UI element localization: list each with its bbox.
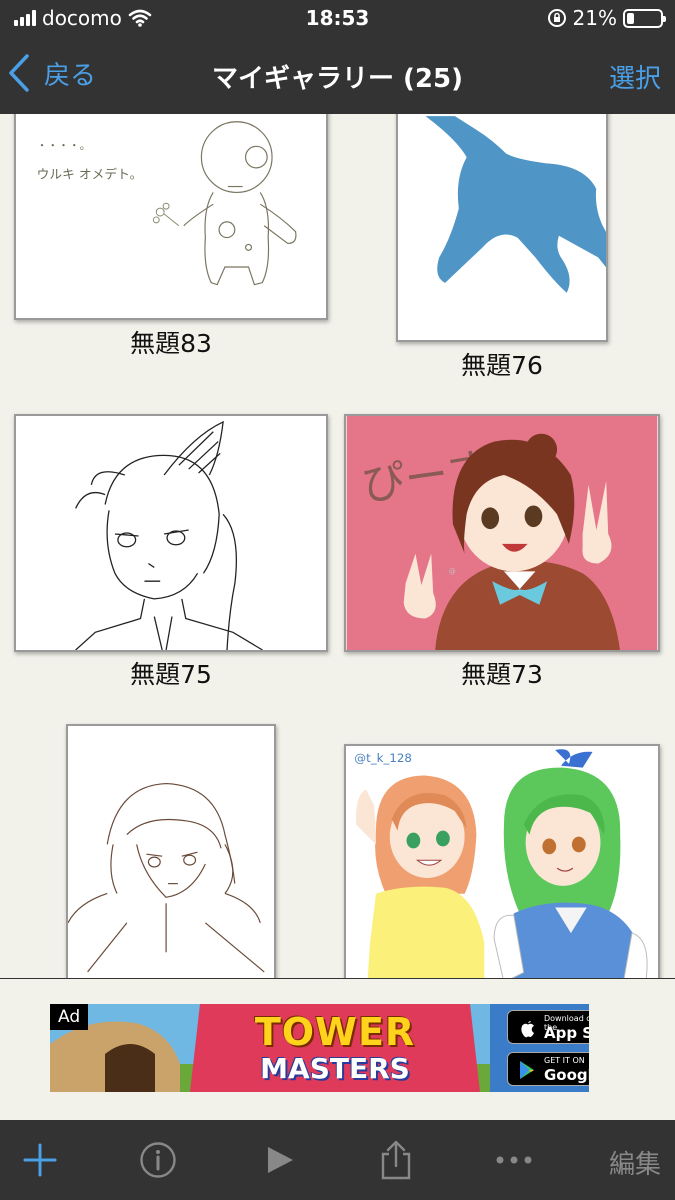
character-sketch-image <box>75 420 263 650</box>
artwork-thumbnail[interactable]: ぴーす @ <box>344 414 660 652</box>
ad-title: TOWER <box>254 1010 416 1054</box>
doodle-sketch-image: ・・・・。 ウルキ オメデト。 <box>37 121 297 286</box>
portrait-sketch-image <box>68 782 265 973</box>
chevron-left-icon <box>9 54 29 92</box>
ad-area: Ad TOWER MASTERS Download on the App Sto… <box>0 978 675 1120</box>
play-button[interactable] <box>258 1138 302 1182</box>
peace-girl-image: ぴーす @ <box>346 416 658 650</box>
info-icon <box>140 1142 176 1178</box>
more-button[interactable] <box>492 1138 536 1182</box>
google-play-button[interactable]: GET IT ON Google Play <box>507 1052 589 1086</box>
app-store-text: App Store <box>544 1024 589 1042</box>
edit-button[interactable]: 編集 <box>609 1144 661 1181</box>
doodle-message-text: ウルキ オメデト。 <box>37 167 143 183</box>
info-button[interactable] <box>136 1138 180 1182</box>
bottom-toolbar: 編集 <box>0 1120 675 1200</box>
blue-creature-image <box>425 116 606 293</box>
artwork-signature-small: @ <box>449 567 456 575</box>
artwork-thumbnail[interactable] <box>396 114 608 342</box>
artwork-title: 無題83 <box>130 329 212 358</box>
status-right: 21% <box>547 6 666 30</box>
google-play-icon <box>520 1061 534 1079</box>
back-button[interactable]: 戻る <box>8 54 96 92</box>
artwork-thumbnail[interactable] <box>14 414 328 652</box>
page-title: マイギャラリー (25) <box>212 64 463 94</box>
battery-level <box>627 12 634 24</box>
artwork-thumbnail[interactable]: @t_k_128 <box>344 744 660 978</box>
doodle-dots-text: ・・・・。 <box>37 139 91 152</box>
apple-icon <box>521 1021 534 1038</box>
artwork-signature: @t_k_128 <box>354 751 412 765</box>
select-button[interactable]: 選択 <box>609 58 661 95</box>
battery-percent: 21% <box>572 6 617 30</box>
ad-subtitle: MASTERS <box>260 1052 410 1085</box>
share-icon <box>381 1140 411 1180</box>
two-girls-image: @t_k_128 <box>346 746 658 978</box>
share-button[interactable] <box>374 1138 418 1182</box>
google-play-small-text: GET IT ON <box>544 1056 585 1065</box>
artwork-title: 無題73 <box>461 660 543 689</box>
ad-banner[interactable]: Ad TOWER MASTERS Download on the App Sto… <box>50 1004 589 1092</box>
artwork-thumbnail[interactable]: ・・・・。 ウルキ オメデト。 <box>14 114 328 320</box>
more-icon <box>496 1156 532 1164</box>
google-play-text: Google Play <box>544 1066 589 1084</box>
back-label: 戻る <box>44 60 97 91</box>
artwork-thumbnail[interactable] <box>66 724 276 978</box>
add-button[interactable] <box>18 1138 62 1182</box>
plus-icon <box>23 1143 57 1177</box>
artwork-title: 無題76 <box>461 351 543 380</box>
status-bar: docomo 18:53 21% <box>0 0 675 36</box>
app-store-button[interactable]: Download on the App Store <box>507 1010 589 1044</box>
orientation-lock-icon <box>547 9 566 27</box>
navigation-bar: 戻る マイギャラリー (25) 選択 <box>0 36 675 114</box>
gallery-grid: ・・・・。 ウルキ オメデト。 無題83 無題76 無題75 ぴーす @ 無題7… <box>0 114 675 978</box>
artwork-title: 無題75 <box>130 660 212 689</box>
ad-badge: Ad <box>50 1004 89 1030</box>
play-icon <box>268 1147 293 1173</box>
battery-icon <box>623 8 666 28</box>
